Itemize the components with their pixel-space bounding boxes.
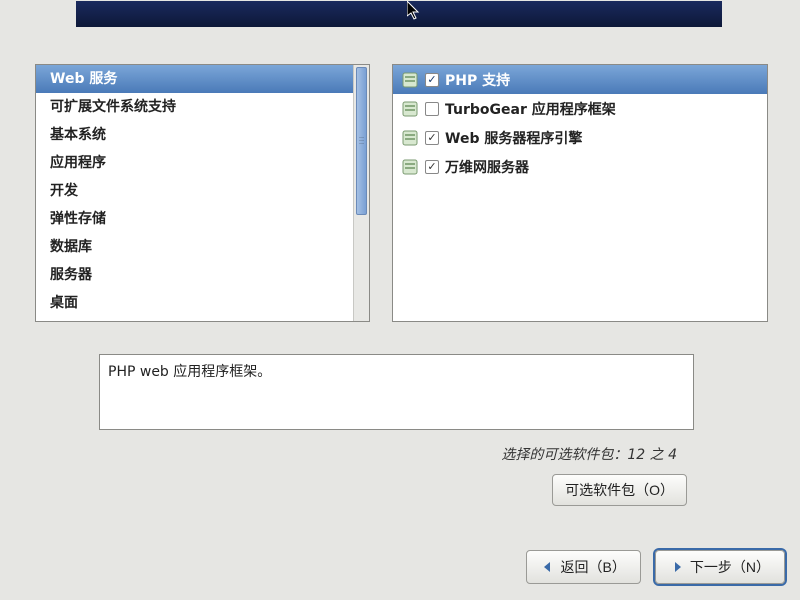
package-icon	[401, 100, 419, 118]
package-item[interactable]: Web 服务器程序引擎	[393, 123, 767, 152]
package-item[interactable]: TurboGear 应用程序框架	[393, 94, 767, 123]
package-item[interactable]: 万维网服务器	[393, 152, 767, 181]
package-checkbox[interactable]	[425, 102, 439, 116]
category-item[interactable]: 可扩展文件系统支持	[36, 93, 353, 121]
package-panel: PHP 支持 TurboGear 应用程序框架 Web 服务器程序引擎万维网服务器	[392, 64, 768, 322]
category-item[interactable]: 基本系统	[36, 121, 353, 149]
package-label: TurboGear 应用程序框架	[445, 99, 616, 119]
package-label: 万维网服务器	[445, 157, 529, 177]
status-line: 选择的可选软件包：12 之 4	[99, 444, 677, 464]
arrow-left-icon	[541, 560, 555, 574]
scrollbar-thumb[interactable]	[356, 67, 367, 215]
package-icon	[401, 158, 419, 176]
package-label: Web 服务器程序引擎	[445, 128, 582, 148]
back-button[interactable]: 返回（B）	[526, 550, 641, 584]
description-text: PHP web 应用程序框架。	[108, 364, 271, 380]
package-checkbox[interactable]	[425, 131, 439, 145]
package-checkbox[interactable]	[425, 73, 439, 87]
arrow-right-icon	[670, 560, 684, 574]
category-item[interactable]: 弹性存储	[36, 205, 353, 233]
category-item[interactable]: Web 服务	[36, 65, 353, 93]
category-list[interactable]: Web 服务可扩展文件系统支持基本系统应用程序开发弹性存储数据库服务器桌面	[36, 65, 353, 321]
package-icon	[401, 71, 419, 89]
next-button[interactable]: 下一步（N）	[655, 550, 785, 584]
category-scrollbar[interactable]	[353, 65, 369, 321]
category-item[interactable]: 开发	[36, 177, 353, 205]
optional-packages-button[interactable]: 可选软件包（O）	[552, 474, 687, 506]
package-label: PHP 支持	[445, 70, 510, 90]
package-icon	[401, 129, 419, 147]
package-checkbox[interactable]	[425, 160, 439, 174]
category-item[interactable]: 应用程序	[36, 149, 353, 177]
category-item[interactable]: 数据库	[36, 233, 353, 261]
category-item[interactable]: 服务器	[36, 261, 353, 289]
description-box: PHP web 应用程序框架。	[99, 354, 694, 430]
category-panel: Web 服务可扩展文件系统支持基本系统应用程序开发弹性存储数据库服务器桌面	[35, 64, 370, 322]
header-banner	[76, 1, 722, 27]
category-item[interactable]: 桌面	[36, 289, 353, 317]
package-item[interactable]: PHP 支持	[393, 65, 767, 94]
